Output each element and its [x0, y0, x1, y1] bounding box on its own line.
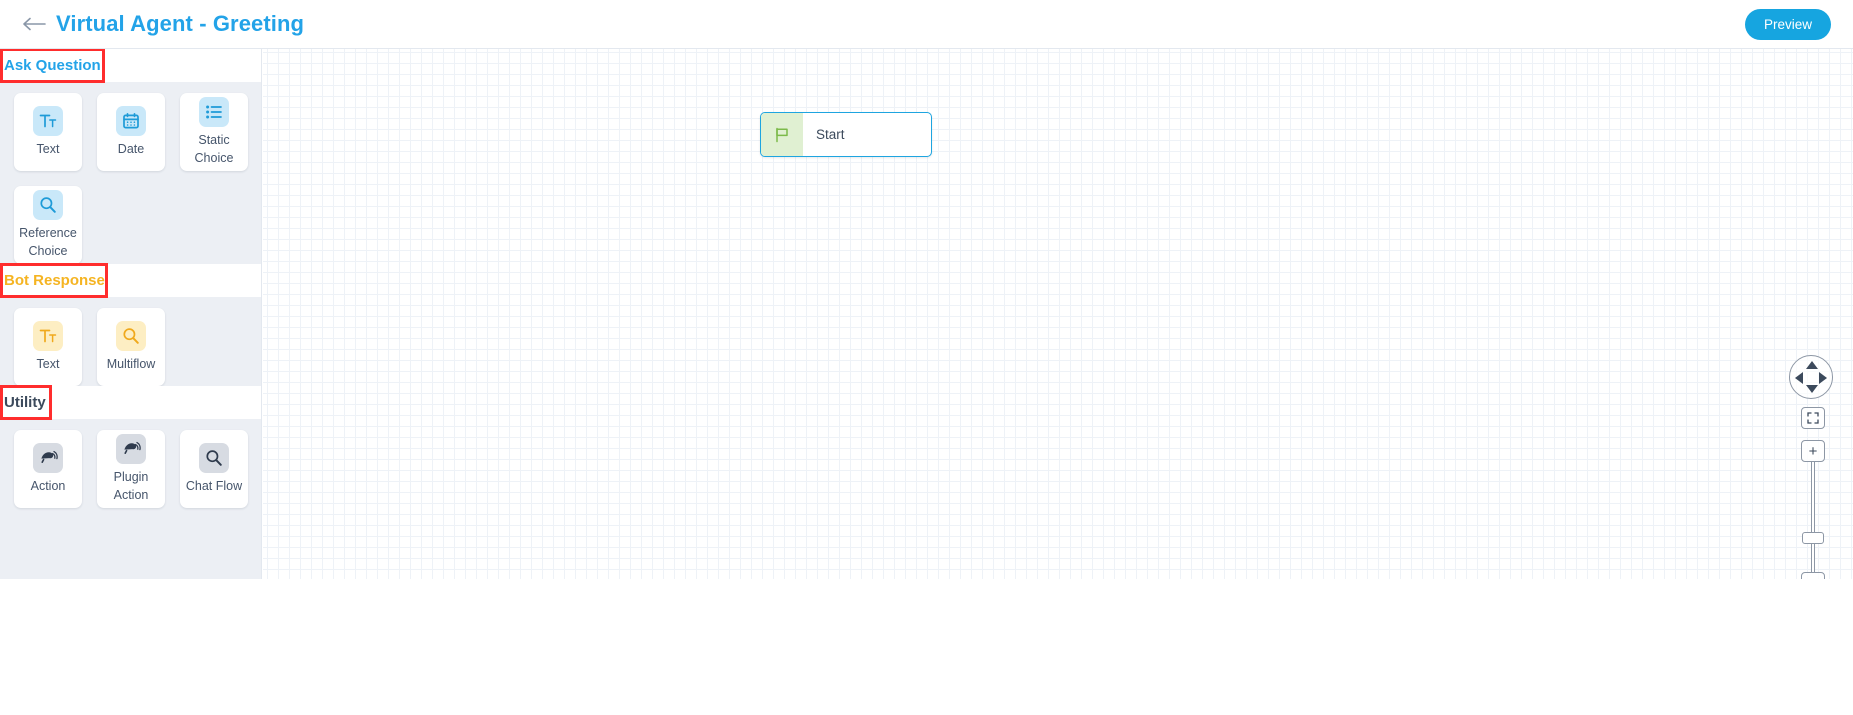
palette-card-grid: Action Plugin Action Chat Flow: [0, 419, 261, 508]
pan-up-button[interactable]: [1806, 361, 1818, 369]
palette-card-grid: Text Date Static Choice Reference Choice: [0, 82, 261, 264]
palette-card-label: Chat Flow: [185, 478, 243, 493]
palette-card-label: Date: [117, 141, 145, 156]
fit-to-screen-button[interactable]: [1801, 407, 1825, 429]
palette-card[interactable]: Action: [14, 430, 82, 508]
node-palette-sidebar[interactable]: Ask Question Text Date Static Choice Referen…: [0, 49, 262, 579]
zoom-slider-track[interactable]: [1811, 462, 1815, 572]
palette-card-label: Text: [36, 356, 60, 371]
palette-card[interactable]: Static Choice: [180, 93, 248, 171]
pan-down-button[interactable]: [1806, 385, 1818, 393]
list-icon: [199, 96, 229, 127]
palette-section-label: Bot Response: [4, 272, 105, 289]
pan-right-button[interactable]: [1819, 372, 1827, 384]
action-icon: [116, 433, 146, 464]
palette-card[interactable]: Text: [14, 308, 82, 386]
back-arrow-icon[interactable]: [22, 14, 48, 34]
zoom-slider-thumb[interactable]: [1802, 532, 1824, 544]
palette-card-label: Action: [30, 478, 66, 493]
palette-card-grid: Text Multiflow: [0, 297, 261, 386]
flag-icon: [761, 113, 803, 156]
palette-card[interactable]: Date: [97, 93, 165, 171]
palette-card-label: Text: [36, 141, 60, 156]
palette-section-header[interactable]: Utility: [0, 385, 261, 420]
zoom-in-button[interactable]: +: [1801, 440, 1825, 462]
zoom-out-button[interactable]: −: [1801, 572, 1825, 579]
fit-to-screen-icon: [1807, 412, 1819, 424]
palette-section-header[interactable]: Bot Response: [0, 263, 261, 298]
flow-canvas[interactable]: Start + −: [263, 49, 1853, 579]
pan-left-button[interactable]: [1795, 372, 1803, 384]
flow-node-label: Start: [816, 127, 845, 142]
palette-section-label: Utility: [4, 394, 46, 411]
palette-section-label: Ask Question: [4, 57, 101, 74]
palette-card-label: Reference Choice: [19, 225, 77, 258]
palette-card[interactable]: Multiflow: [97, 308, 165, 386]
calendar-icon: [116, 105, 146, 136]
preview-button[interactable]: Preview: [1744, 9, 1831, 40]
palette-card[interactable]: Plugin Action: [97, 430, 165, 508]
palette-card-label: Static Choice: [194, 132, 234, 165]
palette-card[interactable]: Reference Choice: [14, 186, 82, 264]
palette-card[interactable]: Text: [14, 93, 82, 171]
magnifier-icon: [33, 189, 63, 220]
flow-node-start[interactable]: Start: [760, 112, 932, 157]
palette-card-label: Multiflow: [106, 356, 156, 371]
text-format-icon: [33, 105, 63, 136]
page-title: Virtual Agent - Greeting: [56, 11, 305, 36]
magnifier-icon: [199, 442, 229, 473]
directional-pad-icon[interactable]: [1789, 355, 1833, 399]
action-icon: [33, 442, 63, 473]
palette-card-label: Plugin Action: [113, 469, 149, 502]
palette-section-header[interactable]: Ask Question: [0, 49, 261, 83]
magnifier-icon: [116, 320, 146, 351]
top-bar: Virtual Agent - Greeting Preview: [0, 0, 1853, 49]
text-format-icon: [33, 320, 63, 351]
palette-card[interactable]: Chat Flow: [180, 430, 248, 508]
